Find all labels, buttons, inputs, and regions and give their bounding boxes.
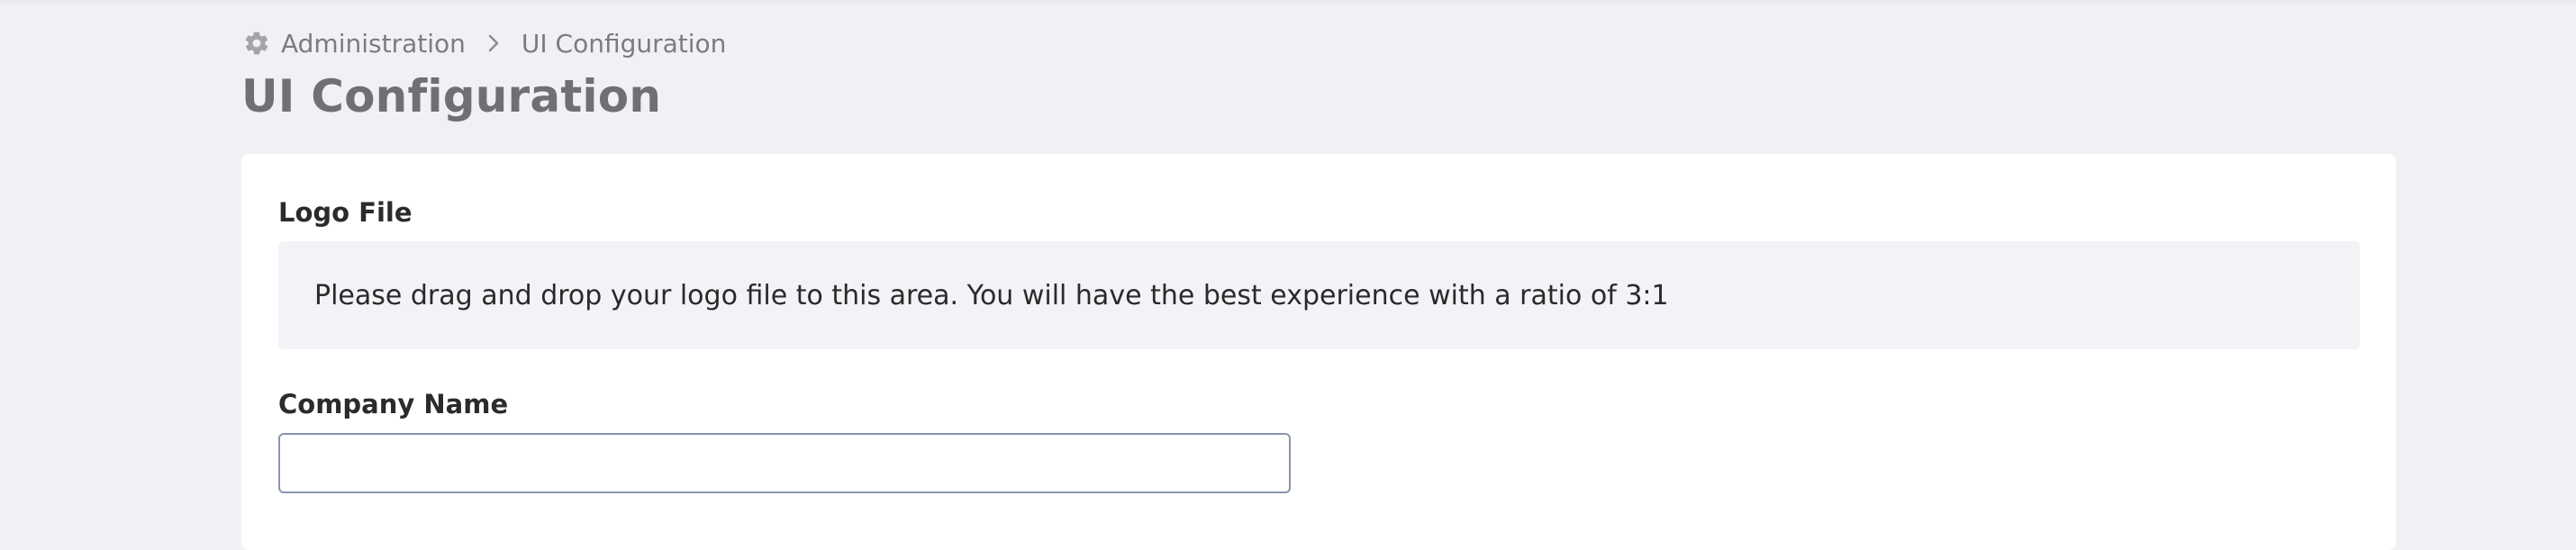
page-title: UI Configuration (241, 70, 662, 122)
logo-file-label: Logo File (278, 197, 413, 228)
logo-dropzone[interactable]: Please drag and drop your logo file to t… (278, 241, 2360, 349)
breadcrumb-item-ui-configuration: UI Configuration (521, 28, 727, 59)
breadcrumb-item-administration[interactable]: Administration (281, 29, 466, 59)
page-content: Administration UI Configuration UI Confi… (241, 0, 2396, 550)
company-name-input[interactable] (278, 433, 1291, 493)
chevron-right-icon (478, 28, 509, 59)
dropzone-instructions: Please drag and drop your logo file to t… (314, 279, 1669, 311)
breadcrumb: Administration UI Configuration (241, 27, 726, 59)
config-card: Logo File Please drag and drop your logo… (241, 154, 2396, 550)
gear-icon (241, 28, 272, 59)
company-name-label: Company Name (278, 389, 509, 419)
